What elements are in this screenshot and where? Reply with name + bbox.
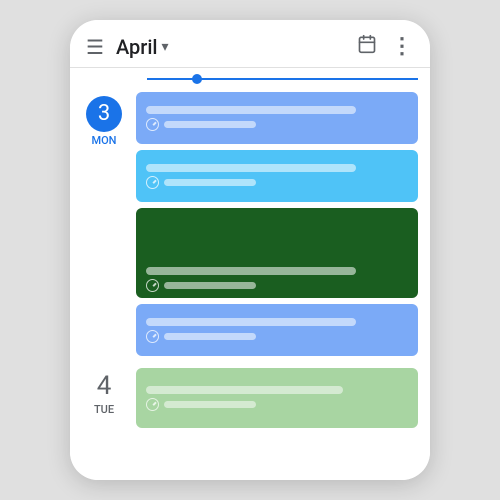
current-time-indicator <box>70 68 430 86</box>
day-number-4: 4 <box>97 372 112 401</box>
event-card[interactable] <box>136 304 418 356</box>
event-time-row <box>146 398 408 411</box>
event-card[interactable] <box>136 150 418 202</box>
more-options-icon[interactable]: ⋮ <box>391 34 414 59</box>
app-header: ☰ April ▾ ⋮ <box>70 20 430 68</box>
clock-icon <box>146 118 159 131</box>
event-time-row <box>146 330 408 343</box>
event-title-bar <box>146 386 343 394</box>
calendar-icon[interactable] <box>357 34 377 59</box>
event-time-bar <box>164 333 256 340</box>
event-time-row <box>146 279 408 292</box>
header-actions: ⋮ <box>357 34 414 59</box>
day-label-monday: 3 Mon <box>82 92 126 356</box>
month-title[interactable]: April ▾ <box>116 35 357 59</box>
event-time-row <box>146 118 408 131</box>
event-card[interactable] <box>136 92 418 144</box>
month-label: April <box>116 35 158 59</box>
event-time-bar <box>164 179 256 186</box>
event-title-bar <box>146 267 356 275</box>
menu-icon[interactable]: ☰ <box>86 37 104 57</box>
clock-icon <box>146 398 159 411</box>
event-time-bar <box>164 282 256 289</box>
monday-events <box>136 92 418 356</box>
event-card[interactable] <box>136 368 418 428</box>
event-title-bar <box>146 318 356 326</box>
event-time-bar <box>164 401 256 408</box>
current-time-line <box>147 78 418 80</box>
day-label-tuesday: 4 Tue <box>82 368 126 428</box>
clock-icon <box>146 330 159 343</box>
day-section-monday: 3 Mon <box>70 86 430 362</box>
event-time-row <box>146 176 408 189</box>
clock-icon <box>146 176 159 189</box>
day-number-3: 3 <box>86 96 122 132</box>
dropdown-arrow-icon: ▾ <box>162 39 169 55</box>
day-name-mon: Mon <box>91 134 116 147</box>
phone-frame: ☰ April ▾ ⋮ 3 <box>70 20 430 480</box>
event-title-bar <box>146 106 356 114</box>
event-card[interactable] <box>136 208 418 298</box>
event-title-bar <box>146 164 356 172</box>
day-name-tue: Tue <box>94 403 114 416</box>
timeline-area: 3 Mon <box>70 68 430 480</box>
event-time-bar <box>164 121 256 128</box>
current-time-dot <box>192 74 202 84</box>
tuesday-events <box>136 368 418 428</box>
day-section-tuesday: 4 Tue <box>70 362 430 434</box>
clock-icon <box>146 279 159 292</box>
